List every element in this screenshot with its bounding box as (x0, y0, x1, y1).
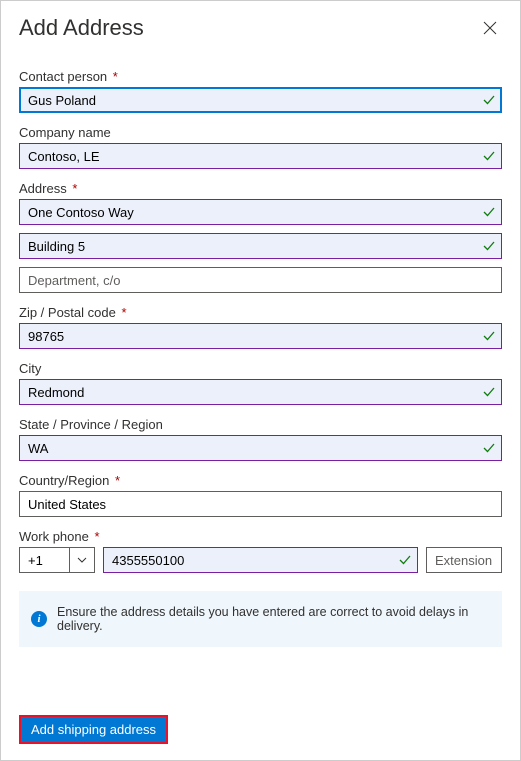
contact-person-label: Contact person * (19, 69, 502, 84)
close-button[interactable] (478, 16, 502, 40)
close-icon (483, 21, 497, 35)
add-shipping-address-button[interactable]: Add shipping address (19, 715, 168, 744)
chevron-down-icon (77, 555, 87, 565)
state-label: State / Province / Region (19, 417, 502, 432)
country-input[interactable] (19, 491, 502, 517)
company-name-label: Company name (19, 125, 502, 140)
phone-country-code-input[interactable] (19, 547, 69, 573)
address-line1-input[interactable] (19, 199, 502, 225)
phone-extension-input[interactable] (426, 547, 502, 573)
contact-person-input[interactable] (19, 87, 502, 113)
phone-label: Work phone * (19, 529, 502, 544)
phone-number-input[interactable] (103, 547, 418, 573)
zip-label: Zip / Postal code * (19, 305, 502, 320)
country-label: Country/Region * (19, 473, 502, 488)
company-name-input[interactable] (19, 143, 502, 169)
address-line3-input[interactable] (19, 267, 502, 293)
city-label: City (19, 361, 502, 376)
info-text: Ensure the address details you have ente… (57, 605, 490, 633)
address-line2-input[interactable] (19, 233, 502, 259)
city-input[interactable] (19, 379, 502, 405)
state-input[interactable] (19, 435, 502, 461)
panel-title: Add Address (19, 15, 144, 41)
address-label: Address * (19, 181, 502, 196)
info-banner: i Ensure the address details you have en… (19, 591, 502, 647)
phone-country-code-dropdown[interactable] (69, 547, 95, 573)
info-icon: i (31, 611, 47, 627)
zip-input[interactable] (19, 323, 502, 349)
